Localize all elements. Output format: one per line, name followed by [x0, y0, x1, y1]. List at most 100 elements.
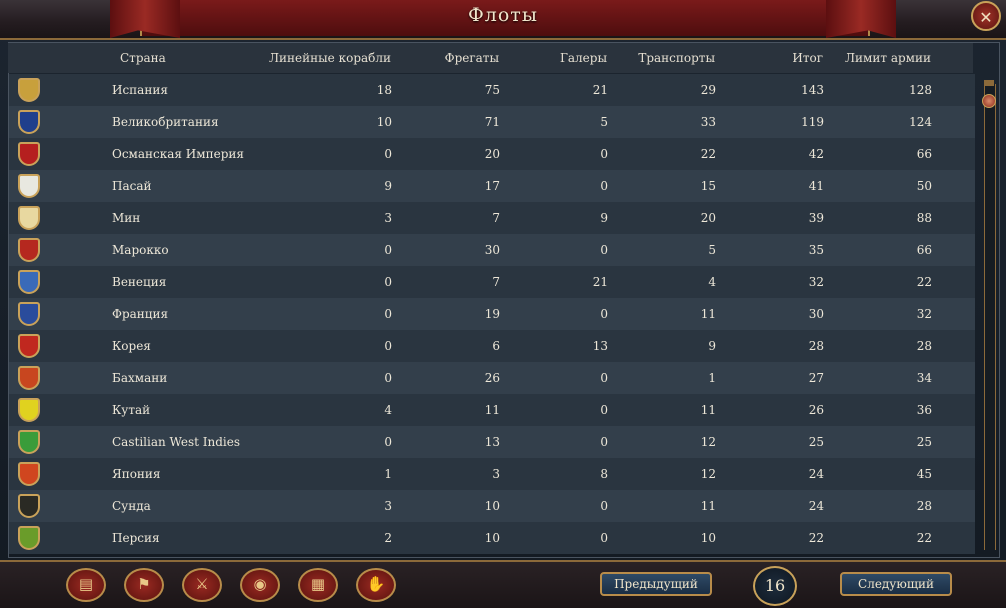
tab-button-handshake[interactable]: ✋ [356, 568, 396, 602]
cell-country: Бахмани [112, 371, 168, 385]
tab-button-flag[interactable]: ⚑ [124, 568, 164, 602]
cell-heavy-ships: 0 [384, 371, 392, 385]
country-shield-icon[interactable] [18, 270, 40, 294]
previous-page-button[interactable]: Предыдущий [600, 572, 712, 596]
cell-total: 32 [808, 275, 824, 289]
table-row[interactable]: Венеция 0 7 21 4 32 22 [9, 266, 975, 298]
cell-frigates: 7 [492, 211, 500, 225]
cell-country: Марокко [112, 243, 169, 257]
cell-frigates: 11 [484, 403, 500, 417]
cell-heavy-ships: 2 [384, 531, 392, 545]
table-row[interactable]: Османская Империя 0 20 0 22 42 66 [9, 138, 975, 170]
cell-transports: 9 [708, 339, 716, 353]
country-shield-icon[interactable] [18, 142, 40, 166]
fleet-table-rows: Испания 1 8 75 2 1 2 9 143 128 Великобритания 10 71 5… [9, 74, 975, 555]
cell-country: Испания [112, 83, 168, 97]
cell-transports: 11 [700, 499, 716, 513]
table-row[interactable]: Франция 0 19 0 11 30 32 [9, 298, 975, 330]
cell-galleys: 0 [600, 307, 608, 321]
table-row[interactable]: Япония 1 3 8 12 24 45 [9, 458, 975, 490]
country-shield-icon[interactable] [18, 78, 40, 102]
cell-frigates: 10 [484, 531, 500, 545]
column-header-country[interactable]: Страна [120, 51, 166, 65]
cell-total: 27 [808, 371, 824, 385]
cell-frigates: 7 [492, 275, 500, 289]
cell-heavy-ships: 0 [384, 275, 392, 289]
country-shield-icon[interactable] [18, 366, 40, 390]
page-number: 16 [753, 566, 797, 606]
ledger-icon: ▤ [78, 575, 94, 593]
building-icon: ▦ [310, 575, 326, 593]
table-row[interactable]: Испания 18 75 21 29 143 128 [9, 74, 975, 106]
cell-frigates: 19 [484, 307, 500, 321]
column-header-frigates[interactable]: Фрегаты [445, 51, 499, 65]
cell-transports: 33 [700, 115, 716, 129]
cell-total: 143 [801, 83, 824, 97]
cell-galleys: 0 [600, 371, 608, 385]
country-shield-icon[interactable] [18, 238, 40, 262]
country-shield-icon[interactable] [18, 206, 40, 230]
cell-total: 30 [808, 307, 824, 321]
country-shield-icon[interactable] [18, 174, 40, 198]
next-page-button[interactable]: Следующий [840, 572, 952, 596]
country-shield-icon[interactable] [18, 526, 40, 550]
cell-total: 24 [808, 499, 824, 513]
cell-force-limit: 88 [916, 211, 932, 225]
cell-country: Япония [112, 467, 161, 481]
table-row[interactable]: Персия 2 10 0 10 22 22 [9, 522, 975, 554]
cell-galleys: 9 [600, 211, 608, 225]
cell-total: 35 [808, 243, 824, 257]
table-row[interactable]: Кутай 4 11 0 11 26 36 [9, 394, 975, 426]
cell-force-limit: 66 [916, 147, 932, 161]
cell-total: 28 [808, 339, 824, 353]
country-shield-icon[interactable] [18, 462, 40, 486]
crossed-swords-icon: ⚔ [195, 575, 209, 593]
cell-transports: 12 [700, 435, 716, 449]
cell-force-limit: 128 [909, 83, 932, 97]
cell-galleys: 8 [600, 467, 608, 481]
table-row[interactable]: Мин 3 7 9 20 39 88 [9, 202, 975, 234]
table-row[interactable]: Castilian West Indies 0 13 0 12 25 25 [9, 426, 975, 458]
cell-transports: 12 [700, 467, 716, 481]
table-row[interactable]: Корея 0 6 13 9 28 28 [9, 330, 975, 362]
cell-frigates: 75 [484, 83, 500, 97]
column-header-heavy-ships[interactable]: Линейные корабли [269, 51, 391, 65]
cell-heavy-ships: 0 [384, 339, 392, 353]
cell-galleys: 0 [600, 435, 608, 449]
close-button[interactable]: ✕ [971, 1, 1001, 31]
cell-force-limit: 28 [916, 339, 932, 353]
country-shield-icon[interactable] [18, 430, 40, 454]
table-row[interactable]: Бахмани 0 26 0 1 27 34 [9, 362, 975, 394]
close-icon: ✕ [979, 8, 993, 27]
country-shield-icon[interactable] [18, 398, 40, 422]
cell-total: 39 [808, 211, 824, 225]
cell-country: Castilian West Indies [112, 435, 241, 449]
table-row[interactable]: Великобритания 10 71 5 33 119 124 [9, 106, 975, 138]
country-shield-icon[interactable] [18, 110, 40, 134]
country-shield-icon[interactable] [18, 334, 40, 358]
cell-galleys: 13 [592, 339, 608, 353]
column-header-force-limit[interactable]: Лимит армии [845, 51, 931, 65]
cell-frigates: 17 [484, 179, 500, 193]
table-row[interactable]: Марокко 0 30 0 5 35 66 [9, 234, 975, 266]
cell-country: Сунда [112, 499, 151, 513]
cell-transports: 11 [700, 307, 716, 321]
tab-button-coins[interactable]: ◉ [240, 568, 280, 602]
tab-button-crossed-swords[interactable]: ⚔ [182, 568, 222, 602]
cell-heavy-ships: 1 [384, 467, 392, 481]
column-header-total[interactable]: Итог [792, 51, 823, 65]
cell-transports: 29 [700, 83, 716, 97]
cell-frigates: 26 [484, 371, 500, 385]
tab-button-building[interactable]: ▦ [298, 568, 338, 602]
scrollbar-handle[interactable] [982, 94, 996, 108]
table-row[interactable]: Пасай 9 17 0 15 41 50 [9, 170, 975, 202]
scrollbar-track[interactable] [984, 84, 996, 550]
column-header-transports[interactable]: Транспорты [638, 51, 715, 65]
tab-button-ledger[interactable]: ▤ [66, 568, 106, 602]
cell-transports: 15 [700, 179, 716, 193]
country-shield-icon[interactable] [18, 494, 40, 518]
table-row[interactable]: Сунда 3 10 0 11 24 28 [9, 490, 975, 522]
country-shield-icon[interactable] [18, 302, 40, 326]
cell-total: 26 [808, 403, 824, 417]
column-header-galleys[interactable]: Галеры [560, 51, 607, 65]
